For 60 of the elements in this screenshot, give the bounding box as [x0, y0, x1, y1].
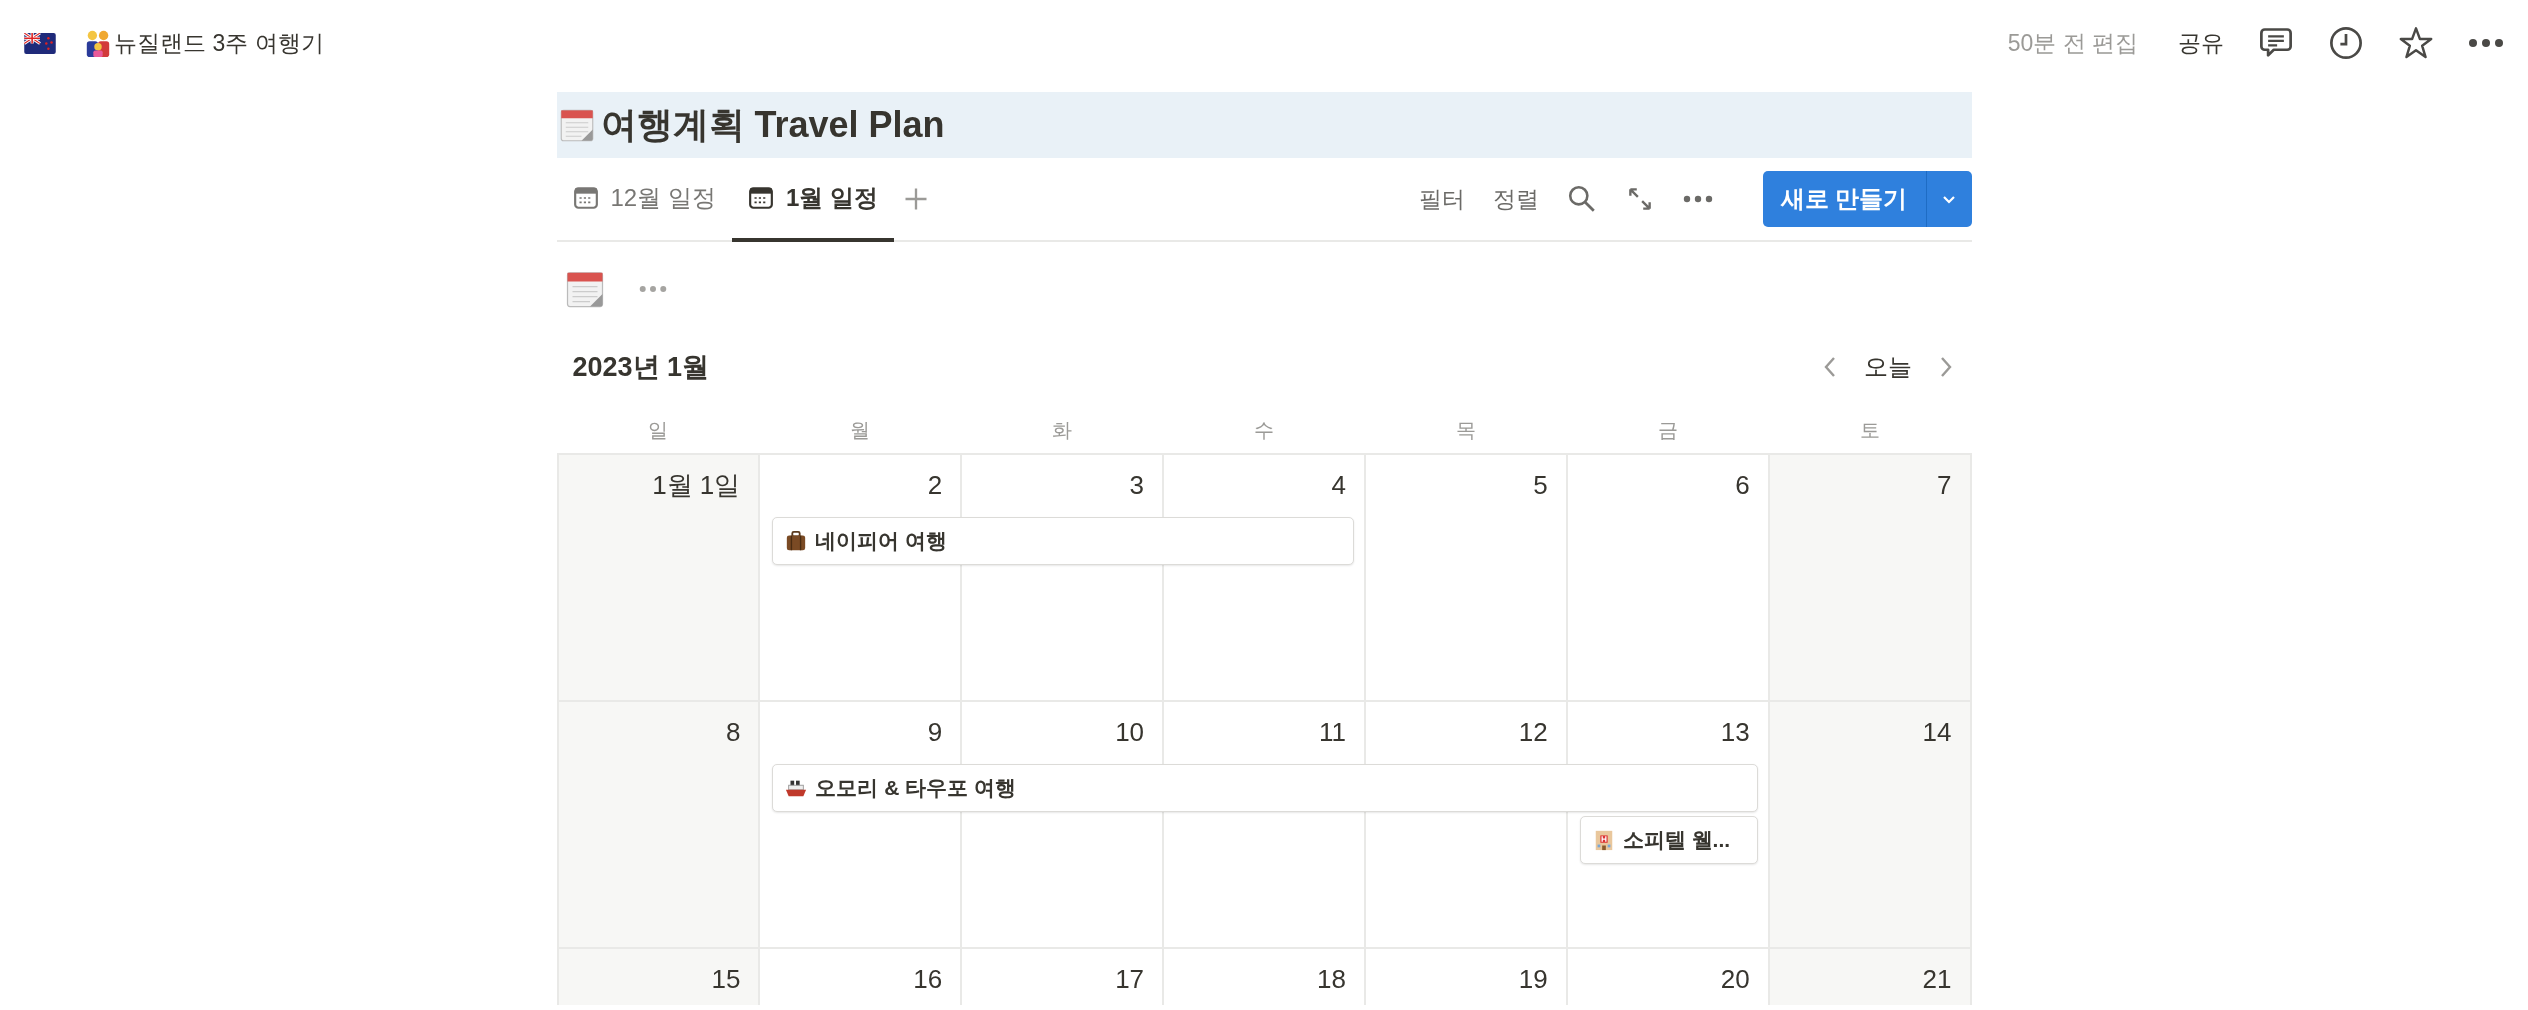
day-number: 14	[1922, 716, 1952, 749]
view-tab[interactable]: 12월 일정	[556, 158, 732, 242]
event-card[interactable]: 오모리 & 타우포 여행	[772, 764, 1758, 812]
event-card[interactable]: 소피텔 웰...	[1579, 816, 1758, 864]
day-number: 5	[1533, 469, 1548, 502]
day-number: 17	[1115, 963, 1145, 996]
more-icon[interactable]	[2468, 38, 2504, 48]
sort-button[interactable]: 정렬	[1492, 183, 1539, 215]
suitcase-icon	[785, 530, 808, 552]
family-icon	[84, 29, 112, 57]
day-number: 21	[1922, 963, 1952, 996]
weekday-label: 금	[1657, 417, 1680, 443]
day-number: 2	[927, 469, 943, 502]
day-cell[interactable]: 14	[1769, 702, 1972, 949]
day-number: 7	[1937, 469, 1952, 502]
day-number: 9	[927, 716, 943, 749]
day-number: 11	[1318, 716, 1346, 749]
day-number: 8	[725, 716, 741, 749]
weekday-label: 일	[646, 417, 669, 443]
day-number: 20	[1720, 963, 1750, 996]
day-number: 15	[711, 963, 741, 996]
event-card[interactable]: 네이피어 여행	[772, 517, 1354, 565]
day-cell[interactable]: 7	[1769, 455, 1972, 702]
day-cell[interactable]: 15	[558, 949, 761, 1005]
flag-icon	[24, 32, 56, 54]
weekday-label: 수	[1253, 417, 1275, 443]
day-number: 4	[1331, 469, 1346, 502]
star-icon[interactable]	[2398, 25, 2434, 61]
clock-icon[interactable]	[2328, 25, 2364, 61]
day-number: 16	[913, 963, 943, 996]
new-button[interactable]: 새로 만들기	[1762, 171, 1926, 227]
calendar-icon	[747, 185, 774, 211]
day-number: 13	[1720, 716, 1750, 749]
day-cell[interactable]: 8	[558, 702, 761, 949]
filter-button[interactable]: 필터	[1418, 183, 1465, 215]
search-icon[interactable]	[1566, 184, 1597, 214]
day-cell[interactable]: 21	[1769, 949, 1972, 1005]
today-button[interactable]: 오늘	[1857, 351, 1918, 383]
page-breadcrumb[interactable]: 뉴질랜드 3주 여행기	[114, 27, 324, 59]
day-number: 3	[1129, 469, 1145, 502]
weekday-label: 토	[1859, 417, 1882, 443]
view-tab[interactable]: 1월 일정	[731, 158, 894, 242]
more-icon[interactable]	[1682, 195, 1713, 203]
day-number: 19	[1518, 963, 1548, 996]
day-number: 12	[1518, 716, 1548, 749]
edited-time: 50분 전 편집	[2007, 28, 2138, 58]
weekday-label: 목	[1455, 417, 1478, 443]
weekday-label: 월	[848, 417, 871, 443]
day-cell[interactable]: 5	[1365, 455, 1568, 702]
day-number: 18	[1317, 963, 1346, 996]
month-title: 2023년 1월	[572, 351, 710, 384]
weekday-label: 화	[1050, 417, 1073, 443]
calendar-icon	[572, 185, 599, 211]
page-title: 여행계획 Travel Plan	[600, 102, 945, 147]
day-number: 1월 1일	[652, 469, 741, 502]
day-cell[interactable]: 6	[1567, 455, 1770, 702]
day-number: 10	[1115, 716, 1145, 749]
day-cell[interactable]: 1월 1일	[558, 455, 761, 702]
day-number: 6	[1735, 469, 1750, 502]
share-button[interactable]: 공유	[2178, 27, 2224, 59]
